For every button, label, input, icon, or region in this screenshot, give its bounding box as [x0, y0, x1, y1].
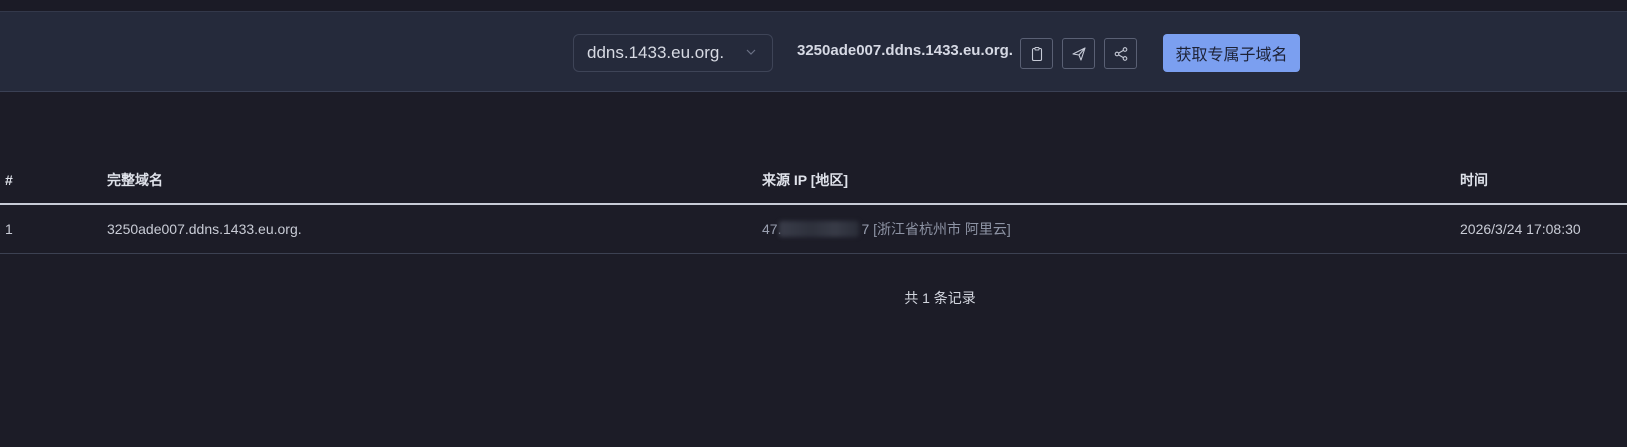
header-source-ip: 来源 IP [地区]: [762, 157, 1460, 205]
domain-select-value: ddns.1433.eu.org.: [587, 43, 725, 62]
current-subdomain: 3250ade007.ddns.1433.eu.org.: [797, 42, 1013, 59]
records-table: # 完整域名 来源 IP [地区] 时间 1 3250ade007.ddns.1…: [0, 157, 1627, 254]
redacted-ip-block: [779, 220, 860, 237]
clipboard-icon: [1031, 46, 1042, 61]
header-time: 时间: [1460, 157, 1627, 205]
header-index: #: [0, 157, 107, 205]
top-strip: [0, 0, 1627, 12]
send-icon: [1071, 46, 1086, 61]
domain-select[interactable]: ddns.1433.eu.org.: [573, 34, 773, 72]
share-button[interactable]: [1104, 38, 1137, 69]
get-subdomain-button[interactable]: 获取专属子域名: [1163, 34, 1300, 72]
toolbar: ddns.1433.eu.org. 3250ade007.ddns.1433.e…: [0, 12, 1627, 92]
send-button[interactable]: [1062, 38, 1095, 69]
row-domain: 3250ade007.ddns.1433.eu.org.: [107, 204, 762, 254]
row-time: 2026/3/24 17:08:30: [1460, 204, 1627, 254]
ip-region: [浙江省杭州市 阿里云]: [873, 220, 1011, 237]
share-icon: [1114, 46, 1127, 61]
row-source-ip: 47. 7 [浙江省杭州市 阿里云]: [762, 204, 1460, 254]
ip-suffix: 7: [861, 220, 870, 237]
table-row: 1 3250ade007.ddns.1433.eu.org. 47. 7 [浙江省…: [0, 204, 1627, 254]
copy-button[interactable]: [1020, 38, 1053, 69]
row-index: 1: [0, 204, 107, 254]
table-header-row: # 完整域名 来源 IP [地区] 时间: [0, 157, 1627, 205]
record-count: 共 1 条记录: [904, 290, 976, 306]
header-domain: 完整域名: [107, 157, 762, 205]
chevron-down-icon: [746, 49, 756, 55]
